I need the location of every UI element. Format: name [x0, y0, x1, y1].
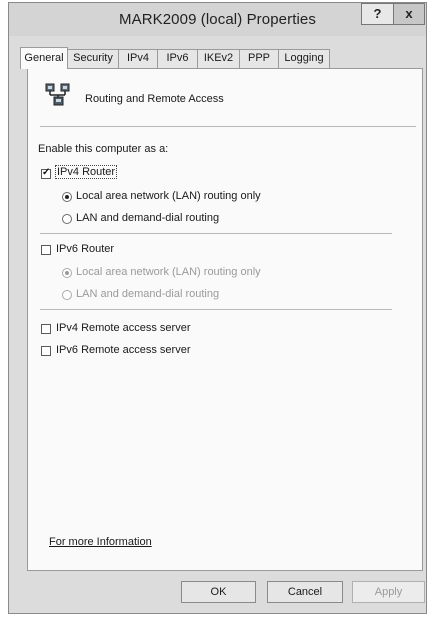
enable-label: Enable this computer as a:	[38, 143, 169, 155]
tab-logging[interactable]: Logging	[278, 49, 330, 68]
ipv6-demand-dial-radio	[62, 290, 72, 300]
ipv4-demand-dial-radio[interactable]	[62, 214, 72, 224]
ipv4-demand-dial-label[interactable]: LAN and demand-dial routing	[76, 212, 219, 224]
help-button[interactable]: ?	[361, 3, 394, 25]
ipv4-lan-only-label[interactable]: Local area network (LAN) routing only	[76, 190, 261, 202]
ipv6-demand-dial-label: LAN and demand-dial routing	[76, 288, 220, 300]
tab-ipv4[interactable]: IPv4	[118, 49, 158, 68]
more-information-link[interactable]: For more Information	[49, 536, 152, 548]
ipv4-separator	[40, 233, 392, 234]
ipv4-router-label[interactable]: IPv4 Router	[54, 165, 118, 179]
close-button[interactable]: x	[394, 3, 425, 25]
general-tab-panel: Routing and Remote Access Enable this co…	[27, 68, 423, 571]
ipv6-remote-access-checkbox[interactable]	[41, 346, 51, 356]
ipv6-remote-access-label[interactable]: IPv6 Remote access server	[56, 344, 191, 356]
tab-ikev2[interactable]: IKEv2	[197, 49, 240, 68]
tab-security[interactable]: Security	[67, 49, 119, 68]
header-title: Routing and Remote Access	[85, 93, 224, 105]
tab-general[interactable]: General	[20, 47, 68, 69]
ipv4-router-checkbox[interactable]	[41, 167, 51, 179]
cancel-button[interactable]: Cancel	[267, 581, 343, 603]
ipv6-lan-only-radio	[62, 268, 72, 278]
ipv6-router-label[interactable]: IPv6 Router	[56, 243, 114, 255]
window-title: MARK2009 (local) Properties	[119, 11, 316, 28]
properties-dialog: MARK2009 (local) Properties ? x General …	[8, 2, 427, 614]
ipv6-router-checkbox[interactable]	[41, 245, 51, 255]
ipv4-lan-only-radio[interactable]	[62, 192, 72, 202]
routing-servers-icon	[45, 83, 70, 106]
apply-button[interactable]: Apply	[352, 581, 425, 603]
ipv4-remote-access-checkbox[interactable]	[41, 324, 51, 334]
ok-button[interactable]: OK	[181, 581, 256, 603]
ipv6-separator	[40, 309, 392, 310]
tab-ipv6[interactable]: IPv6	[157, 49, 198, 68]
title-bar[interactable]: MARK2009 (local) Properties ? x	[9, 3, 426, 36]
header-separator	[40, 126, 416, 127]
tab-ppp[interactable]: PPP	[239, 49, 279, 68]
ipv6-lan-only-label: Local area network (LAN) routing only	[76, 266, 261, 278]
ipv4-remote-access-label[interactable]: IPv4 Remote access server	[56, 322, 191, 334]
